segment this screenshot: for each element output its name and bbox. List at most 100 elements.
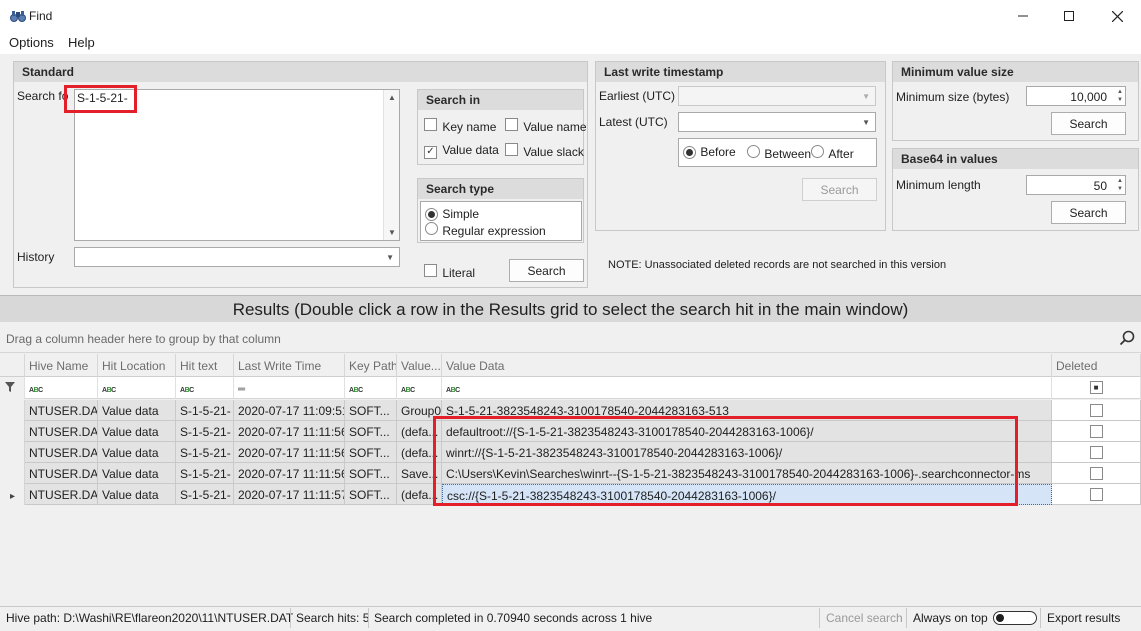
col-key-path[interactable]: Key Path bbox=[345, 354, 397, 377]
always-on-top-toggle[interactable] bbox=[993, 611, 1037, 625]
cell-hive-name[interactable]: NTUSER.DAT bbox=[25, 400, 98, 421]
cell-last-write-time[interactable]: 2020-07-17 11:11:56 bbox=[234, 442, 345, 463]
deleted-checkbox[interactable] bbox=[1089, 403, 1103, 417]
col-hit-location[interactable]: Hit Location bbox=[98, 354, 176, 377]
cell-deleted[interactable] bbox=[1052, 421, 1141, 442]
cell-hive-name[interactable]: NTUSER.DAT bbox=[25, 484, 98, 505]
col-deleted[interactable]: Deleted bbox=[1052, 354, 1141, 377]
cell-hit-location[interactable]: Value data bbox=[98, 400, 176, 421]
maximize-button[interactable] bbox=[1046, 0, 1092, 32]
cell-key-path[interactable]: SOFT... bbox=[345, 484, 397, 505]
regex-option[interactable]: Regular expression bbox=[425, 222, 546, 238]
simple-radio[interactable] bbox=[425, 208, 438, 221]
deleted-checkbox[interactable] bbox=[1089, 487, 1103, 501]
literal-checkbox[interactable] bbox=[424, 264, 437, 277]
col-hive-name[interactable]: Hive Name bbox=[25, 354, 98, 377]
timestamp-search-button[interactable]: Search bbox=[802, 178, 877, 201]
regex-radio[interactable] bbox=[425, 222, 438, 235]
cell-key-path[interactable]: SOFT... bbox=[345, 442, 397, 463]
earliest-date-picker[interactable]: ▼ bbox=[678, 86, 876, 106]
between-option[interactable]: Between bbox=[747, 145, 811, 161]
cell-hit-text[interactable]: S-1-5-21- bbox=[176, 400, 234, 421]
cell-deleted[interactable] bbox=[1052, 400, 1141, 421]
col-hit-text[interactable]: Hit text bbox=[176, 354, 234, 377]
col-last-write-time[interactable]: Last Write Time bbox=[234, 354, 345, 377]
filter-last-write-time[interactable]: ═ bbox=[234, 377, 345, 399]
after-option[interactable]: After bbox=[811, 145, 854, 161]
cell-hit-location[interactable]: Value data bbox=[98, 421, 176, 442]
cell-key-path[interactable]: SOFT... bbox=[345, 421, 397, 442]
value-slack-option[interactable]: Value slack bbox=[505, 143, 584, 159]
cell-hit-text[interactable]: S-1-5-21- bbox=[176, 463, 234, 484]
scroll-down-icon[interactable]: ▼ bbox=[388, 228, 396, 237]
cell-hit-text[interactable]: S-1-5-21- bbox=[176, 442, 234, 463]
filter-value-data[interactable]: ABC bbox=[442, 377, 1052, 399]
menu-help[interactable]: Help bbox=[68, 35, 95, 50]
filter-hit-location[interactable]: ABC bbox=[98, 377, 176, 399]
cell-last-write-time[interactable]: 2020-07-17 11:11:56 bbox=[234, 463, 345, 484]
filter-key-path[interactable]: ABC bbox=[345, 377, 397, 399]
cell-hit-text[interactable]: S-1-5-21- bbox=[176, 421, 234, 442]
cancel-search-button[interactable]: Cancel search bbox=[826, 611, 903, 625]
minimize-button[interactable] bbox=[1000, 0, 1046, 32]
filter-hit-text[interactable]: ABC bbox=[176, 377, 234, 399]
scroll-up-icon[interactable]: ▲ bbox=[388, 93, 396, 102]
row-indicator[interactable] bbox=[0, 442, 25, 463]
cell-last-write-time[interactable]: 2020-07-17 11:11:57 bbox=[234, 484, 345, 505]
spin-icon[interactable]: ▲ ▼ bbox=[1117, 88, 1123, 104]
row-indicator[interactable] bbox=[0, 463, 25, 484]
between-radio[interactable] bbox=[747, 145, 760, 158]
status-separator bbox=[819, 608, 820, 628]
before-option[interactable]: Before bbox=[683, 145, 736, 159]
value-data-option[interactable]: ✓ Value data bbox=[424, 143, 499, 159]
key-name-checkbox[interactable] bbox=[424, 118, 437, 131]
row-indicator[interactable] bbox=[0, 400, 25, 421]
cell-hive-name[interactable]: NTUSER.DAT bbox=[25, 442, 98, 463]
spin-icon[interactable]: ▲ ▼ bbox=[1117, 177, 1123, 193]
menu-options[interactable]: Options bbox=[9, 35, 54, 50]
value-name-option[interactable]: Value name bbox=[505, 118, 587, 134]
cell-hit-text[interactable]: S-1-5-21- bbox=[176, 484, 234, 505]
col-value-name[interactable]: Value... bbox=[397, 354, 442, 377]
after-radio[interactable] bbox=[811, 145, 824, 158]
filter-hive-name[interactable]: ABC bbox=[25, 377, 98, 399]
base64-search-button[interactable]: Search bbox=[1051, 201, 1126, 224]
export-results-button[interactable]: Export results bbox=[1047, 611, 1120, 625]
value-name-checkbox[interactable] bbox=[505, 118, 518, 131]
cell-hit-location[interactable]: Value data bbox=[98, 442, 176, 463]
search-icon[interactable] bbox=[1119, 330, 1135, 349]
cell-hive-name[interactable]: NTUSER.DAT bbox=[25, 463, 98, 484]
cell-last-write-time[interactable]: 2020-07-17 11:09:51 bbox=[234, 400, 345, 421]
row-indicator[interactable] bbox=[0, 421, 25, 442]
textarea-scrollbar[interactable]: ▲ ▼ bbox=[383, 90, 399, 240]
filter-deleted[interactable]: ■ bbox=[1052, 377, 1141, 399]
row-indicator[interactable]: ▸ bbox=[0, 484, 25, 505]
literal-option[interactable]: Literal bbox=[424, 264, 475, 280]
cell-deleted[interactable] bbox=[1052, 442, 1141, 463]
deleted-checkbox[interactable] bbox=[1089, 466, 1103, 480]
cell-hit-location[interactable]: Value data bbox=[98, 484, 176, 505]
simple-option[interactable]: Simple bbox=[425, 207, 479, 221]
cell-hit-location[interactable]: Value data bbox=[98, 463, 176, 484]
cell-key-path[interactable]: SOFT... bbox=[345, 400, 397, 421]
cell-hive-name[interactable]: NTUSER.DAT bbox=[25, 421, 98, 442]
min-size-stepper[interactable]: 10,000 ▲ ▼ bbox=[1026, 86, 1126, 106]
base64-stepper[interactable]: 50 ▲ ▼ bbox=[1026, 175, 1126, 195]
close-button[interactable] bbox=[1094, 0, 1140, 32]
deleted-checkbox[interactable] bbox=[1089, 424, 1103, 438]
min-size-search-button[interactable]: Search bbox=[1051, 112, 1126, 135]
filter-value-name[interactable]: ABC bbox=[397, 377, 442, 399]
latest-date-picker[interactable]: ▼ bbox=[678, 112, 876, 132]
value-slack-checkbox[interactable] bbox=[505, 143, 518, 156]
cell-deleted[interactable] bbox=[1052, 484, 1141, 505]
standard-search-button[interactable]: Search bbox=[509, 259, 584, 282]
key-name-option[interactable]: Key name bbox=[424, 118, 496, 134]
col-value-data[interactable]: Value Data bbox=[442, 354, 1052, 377]
deleted-checkbox[interactable] bbox=[1089, 445, 1103, 459]
value-data-checkbox[interactable]: ✓ bbox=[424, 145, 437, 159]
cell-last-write-time[interactable]: 2020-07-17 11:11:56 bbox=[234, 421, 345, 442]
cell-deleted[interactable] bbox=[1052, 463, 1141, 484]
before-radio[interactable] bbox=[683, 146, 696, 159]
cell-key-path[interactable]: SOFT... bbox=[345, 463, 397, 484]
history-dropdown[interactable]: ▼ bbox=[74, 247, 400, 267]
